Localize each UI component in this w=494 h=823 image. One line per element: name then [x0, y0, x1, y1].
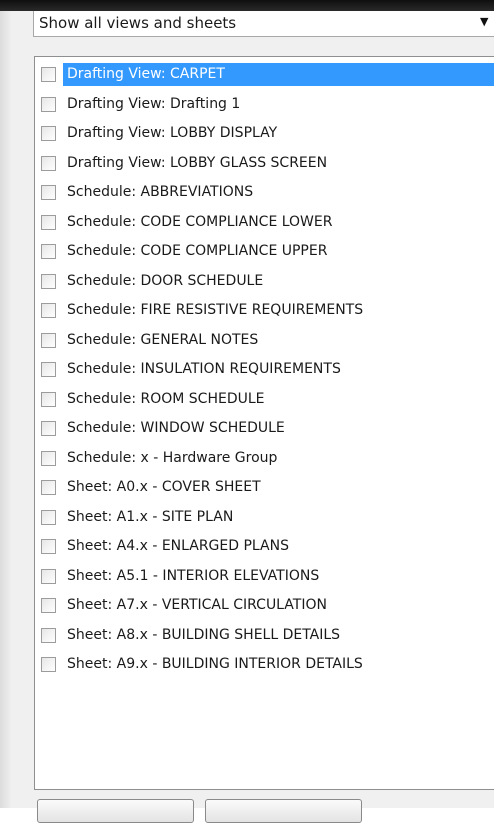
views-sheets-list[interactable]: Drafting View: CARPET Drafting View: Draf…: [34, 56, 494, 790]
list-item[interactable]: Schedule: WINDOW SCHEDULE: [35, 415, 494, 442]
item-label: Schedule: DOOR SCHEDULE: [67, 272, 264, 289]
list-item[interactable]: Schedule: CODE COMPLIANCE UPPER: [35, 238, 494, 265]
item-label: Sheet: A1.x - SITE PLAN: [67, 508, 234, 525]
list-item[interactable]: Sheet: A1.x - SITE PLAN: [35, 504, 494, 531]
list-item[interactable]: Sheet: A8.x - BUILDING SHELL DETAILS: [35, 622, 494, 649]
item-label: Schedule: ABBREVIATIONS: [67, 184, 254, 200]
item-checkbox[interactable]: [41, 273, 56, 289]
item-label: Sheet: A4.x - ENLARGED PLANS: [67, 538, 289, 554]
item-label: Schedule: WINDOW SCHEDULE: [67, 420, 285, 436]
item-checkbox[interactable]: [41, 421, 56, 436]
item-checkbox[interactable]: [41, 598, 56, 613]
list-item[interactable]: Drafting View: CARPET: [35, 61, 494, 88]
list-item[interactable]: Schedule: ABBREVIATIONS: [35, 179, 494, 206]
list-item[interactable]: Schedule: INSULATION REQUIREMENTS: [35, 356, 494, 383]
item-label: Sheet: A9.x - BUILDING INTERIOR DETAILS: [67, 656, 363, 672]
list-item[interactable]: Schedule: ROOM SCHEDULE: [35, 386, 494, 413]
list-item[interactable]: Schedule: x - Hardware Group: [35, 445, 494, 472]
item-checkbox[interactable]: [41, 509, 56, 525]
list-item[interactable]: Sheet: A7.x - VERTICAL CIRCULATION: [35, 592, 494, 619]
window-top-edge: [0, 0, 494, 11]
item-checkbox[interactable]: [41, 539, 56, 554]
window-left-edge: [0, 11, 12, 808]
dialog-button-left[interactable]: [37, 799, 194, 823]
item-label: Drafting View: LOBBY GLASS SCREEN: [67, 154, 328, 171]
item-checkbox[interactable]: [41, 244, 56, 259]
list-item[interactable]: Drafting View: Drafting 1: [35, 91, 494, 118]
view-filter-value: Show all views and sheets: [39, 14, 237, 32]
item-label: Schedule: INSULATION REQUIREMENTS: [67, 361, 341, 377]
chevron-down-icon[interactable]: ▼: [480, 16, 492, 28]
item-checkbox[interactable]: [41, 391, 56, 407]
dialog-button-right[interactable]: [205, 799, 362, 823]
list-item[interactable]: Sheet: A9.x - BUILDING INTERIOR DETAILS: [35, 651, 494, 678]
item-label: Drafting View: CARPET: [63, 63, 494, 86]
list-item[interactable]: Sheet: A0.x - COVER SHEET: [35, 474, 494, 501]
item-label: Drafting View: Drafting 1: [67, 95, 241, 112]
list-item[interactable]: Schedule: FIRE RESISTIVE REQUIREMENTS: [35, 297, 494, 324]
item-checkbox[interactable]: [41, 96, 56, 112]
item-checkbox[interactable]: [41, 126, 56, 141]
item-checkbox[interactable]: [41, 332, 56, 348]
item-label: Sheet: A7.x - VERTICAL CIRCULATION: [67, 597, 327, 613]
item-label: Schedule: CODE COMPLIANCE LOWER: [67, 213, 333, 230]
item-checkbox[interactable]: [41, 568, 56, 584]
list-item[interactable]: Schedule: CODE COMPLIANCE LOWER: [35, 209, 494, 236]
item-checkbox[interactable]: [41, 480, 56, 495]
item-checkbox[interactable]: [41, 185, 56, 200]
item-checkbox[interactable]: [41, 67, 56, 82]
item-checkbox[interactable]: [41, 657, 56, 672]
item-checkbox[interactable]: [41, 303, 56, 318]
item-checkbox[interactable]: [41, 214, 56, 230]
item-checkbox[interactable]: [41, 450, 56, 466]
list-item[interactable]: Schedule: DOOR SCHEDULE: [35, 268, 494, 295]
item-label: Sheet: A5.1 - INTERIOR ELEVATIONS: [67, 567, 320, 584]
item-label: Sheet: A0.x - COVER SHEET: [67, 479, 261, 495]
item-label: Schedule: GENERAL NOTES: [67, 331, 259, 348]
item-checkbox[interactable]: [41, 627, 56, 643]
item-label: Schedule: FIRE RESISTIVE REQUIREMENTS: [67, 302, 364, 318]
item-label: Schedule: CODE COMPLIANCE UPPER: [67, 243, 328, 259]
list-item[interactable]: Sheet: A5.1 - INTERIOR ELEVATIONS: [35, 563, 494, 590]
item-label: Drafting View: LOBBY DISPLAY: [67, 125, 278, 141]
item-checkbox[interactable]: [41, 362, 56, 377]
item-label: Schedule: ROOM SCHEDULE: [67, 390, 265, 407]
list-item[interactable]: Drafting View: LOBBY DISPLAY: [35, 120, 494, 147]
dialog-window: Show all views and sheets ▼ Drafting Vie…: [0, 11, 494, 823]
view-filter-dropdown[interactable]: Show all views and sheets ▼: [33, 11, 494, 37]
list-item[interactable]: Schedule: GENERAL NOTES: [35, 327, 494, 354]
item-checkbox[interactable]: [41, 155, 56, 171]
item-label: Sheet: A8.x - BUILDING SHELL DETAILS: [67, 626, 341, 643]
list-item[interactable]: Sheet: A4.x - ENLARGED PLANS: [35, 533, 494, 560]
list-item[interactable]: Drafting View: LOBBY GLASS SCREEN: [35, 150, 494, 177]
item-label: Schedule: x - Hardware Group: [67, 449, 278, 466]
